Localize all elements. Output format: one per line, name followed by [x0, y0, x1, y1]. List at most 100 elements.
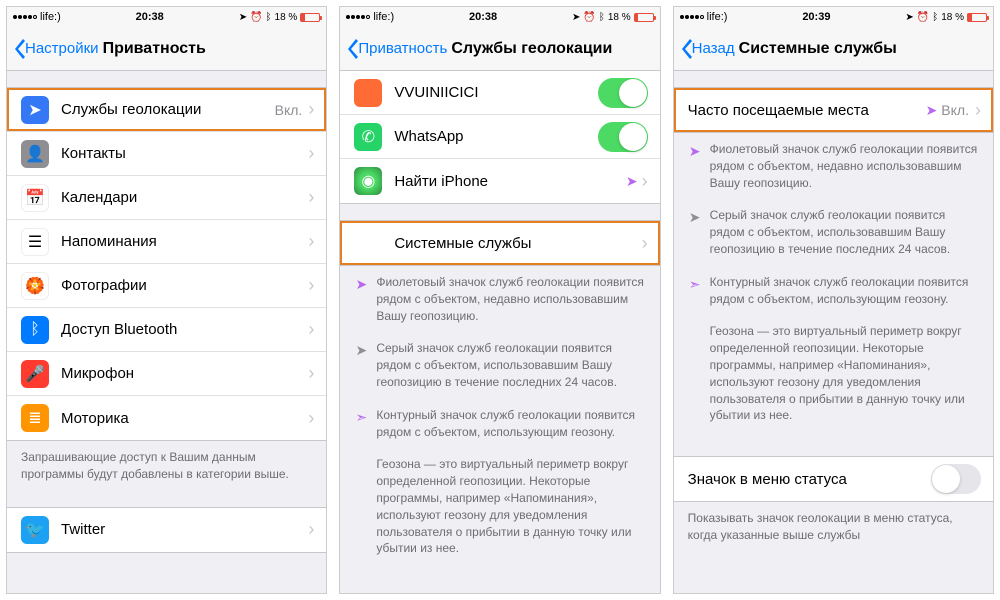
- back-button[interactable]: Приватность: [346, 39, 447, 59]
- info-gray: ➤ Серый значок служб геолокации появится…: [340, 332, 659, 398]
- chevron-right-icon: ›: [308, 231, 314, 252]
- location-active-icon: ➤: [926, 102, 938, 119]
- chevron-right-icon: ›: [308, 99, 314, 120]
- row-bluetooth[interactable]: ᛒ Доступ Bluetooth ›: [7, 308, 326, 352]
- back-button[interactable]: Настройки: [13, 39, 99, 59]
- signal-dots-icon: [13, 15, 37, 19]
- row-label: Календари: [61, 189, 308, 206]
- location-arrow-outline-icon: ➣: [688, 275, 702, 308]
- row-twitter[interactable]: 🐦 Twitter ›: [7, 508, 326, 552]
- chevron-right-icon: ›: [642, 233, 648, 254]
- motion-icon: ≣: [21, 404, 49, 432]
- row-calendars[interactable]: 📅 Календари ›: [7, 176, 326, 220]
- reminders-icon: ☰: [21, 228, 49, 256]
- row-location-services[interactable]: ➤ Службы геолокации Вкл. ›: [7, 88, 326, 132]
- location-arrow-gray-icon: ➤: [354, 341, 368, 390]
- info-gray: ➤ Серый значок служб геолокации появится…: [674, 199, 993, 265]
- clock-label: 20:38: [394, 11, 572, 23]
- toggle-switch[interactable]: [931, 464, 981, 494]
- whatsapp-icon: ✆: [354, 123, 382, 151]
- chevron-right-icon: ›: [308, 408, 314, 429]
- row-contacts[interactable]: 👤 Контакты ›: [7, 132, 326, 176]
- location-arrow-purple-icon: ➤: [354, 275, 368, 324]
- chevron-right-icon: ›: [308, 363, 314, 384]
- phone-screen-1: life:) 20:38 ➤ ⏰ ᛒ 18 % Настройки Приват…: [6, 6, 327, 594]
- row-frequent-locations[interactable]: Часто посещаемые места ➤ Вкл. ›: [674, 88, 993, 132]
- toggle-switch[interactable]: [598, 78, 648, 108]
- chevron-left-icon: [13, 39, 25, 59]
- walkmeter-icon: [354, 79, 382, 107]
- row-status-bar-icon[interactable]: Значок в меню статуса: [674, 457, 993, 501]
- row-label: Доступ Bluetooth: [61, 321, 308, 338]
- bluetooth-icon: ᛒ: [266, 12, 272, 23]
- info-purple: ➤ Фиолетовый значок служб геолокации поя…: [340, 266, 659, 332]
- row-reminders[interactable]: ☰ Напоминания ›: [7, 220, 326, 264]
- row-motion[interactable]: ≣ Моторика ›: [7, 396, 326, 440]
- location-indicator-icon: ➤: [572, 12, 580, 23]
- microphone-icon: 🎤: [21, 360, 49, 388]
- alarm-icon: ⏰: [917, 12, 929, 23]
- info-geofence: Геозона — это виртуальный периметр вокру…: [340, 448, 659, 565]
- battery-percent-label: 18 %: [608, 12, 631, 23]
- back-label: Настройки: [25, 40, 99, 57]
- phone-screen-3: life:) 20:39 ➤ ⏰ ᛒ 18 % Назад Системные …: [673, 6, 994, 594]
- info-text: Серый значок служб геолокации появится р…: [376, 340, 645, 390]
- page-title: Системные службы: [739, 40, 897, 58]
- location-arrow-gray-icon: ➤: [688, 208, 702, 257]
- chevron-right-icon: ›: [308, 187, 314, 208]
- info-purple: ➤ Фиолетовый значок служб геолокации поя…: [674, 133, 993, 199]
- row-label: Значок в меню статуса: [688, 471, 931, 488]
- row-label: Напоминания: [61, 233, 308, 250]
- info-text: Геозона — это виртуальный периметр вокру…: [376, 456, 645, 557]
- info-text: Серый значок служб геолокации появится р…: [710, 207, 979, 257]
- row-app-find-iphone[interactable]: ◉ Найти iPhone ➤ ›: [340, 159, 659, 203]
- chevron-right-icon: ›: [308, 319, 314, 340]
- spacer-icon: [688, 324, 702, 424]
- info-outline: ➣ Контурный значок служб геолокации появ…: [674, 266, 993, 316]
- footer-text: Показывать значок геолокации в меню стат…: [674, 502, 993, 552]
- row-label: Часто посещаемые места: [688, 102, 922, 119]
- info-geofence: Геозона — это виртуальный периметр вокру…: [674, 315, 993, 432]
- location-indicator-icon: ➤: [239, 12, 247, 23]
- row-microphone[interactable]: 🎤 Микрофон ›: [7, 352, 326, 396]
- row-app-whatsapp[interactable]: ✆ WhatsApp: [340, 115, 659, 159]
- carrier-label: life:): [40, 11, 61, 23]
- row-label: Контакты: [61, 145, 308, 162]
- row-label: Twitter: [61, 521, 308, 538]
- location-arrow-purple-icon: ➤: [688, 142, 702, 191]
- row-value: Вкл.: [275, 102, 303, 118]
- row-label: Микрофон: [61, 365, 308, 382]
- back-button[interactable]: Назад: [680, 39, 735, 59]
- location-active-icon: ➤: [626, 173, 638, 190]
- row-app-walkmeter[interactable]: VVUINIICICI: [340, 71, 659, 115]
- row-label: Службы геолокации: [61, 101, 275, 118]
- row-system-services[interactable]: Системные службы ›: [340, 221, 659, 265]
- row-label: Моторика: [61, 410, 308, 427]
- phone-screen-2: life:) 20:38 ➤ ⏰ ᛒ 18 % Приватность Служ…: [339, 6, 660, 594]
- toggle-switch[interactable]: [598, 122, 648, 152]
- nav-bar: Приватность Службы геолокации: [340, 27, 659, 71]
- signal-dots-icon: [346, 15, 370, 19]
- row-photos[interactable]: 🏵️ Фотографии ›: [7, 264, 326, 308]
- battery-percent-label: 18 %: [275, 12, 298, 23]
- battery-percent-label: 18 %: [941, 12, 964, 23]
- info-text: Фиолетовый значок служб геолокации появи…: [376, 274, 645, 324]
- clock-label: 20:38: [61, 11, 239, 23]
- back-label: Приватность: [358, 40, 447, 57]
- battery-icon: [634, 13, 654, 22]
- chevron-right-icon: ›: [642, 171, 648, 192]
- row-value: Вкл.: [941, 102, 969, 118]
- chevron-right-icon: ›: [308, 143, 314, 164]
- contacts-icon: 👤: [21, 140, 49, 168]
- chevron-right-icon: ›: [975, 100, 981, 121]
- chevron-left-icon: [680, 39, 692, 59]
- location-arrow-outline-icon: ➣: [354, 408, 368, 441]
- bluetooth-icon: ᛒ: [932, 12, 938, 23]
- twitter-icon: 🐦: [21, 516, 49, 544]
- battery-icon: [967, 13, 987, 22]
- carrier-label: life:): [707, 11, 728, 23]
- carrier-label: life:): [373, 11, 394, 23]
- row-label: Найти iPhone: [394, 173, 622, 190]
- location-indicator-icon: ➤: [905, 12, 913, 23]
- bluetooth-square-icon: ᛒ: [21, 316, 49, 344]
